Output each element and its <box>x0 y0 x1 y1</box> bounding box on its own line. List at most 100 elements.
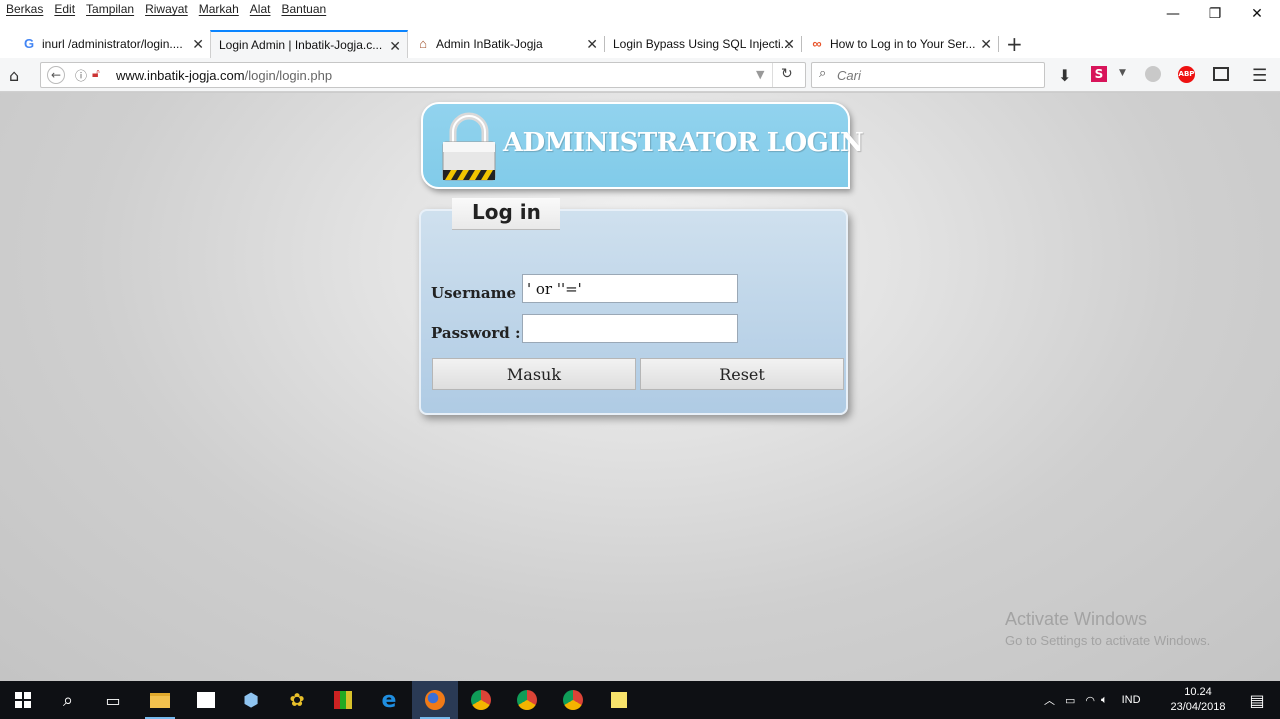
menu-riwayat[interactable]: Riwayat <box>145 2 188 16</box>
tab-label: Login Admin | Inbatik-Jogja.c... <box>219 38 383 52</box>
chrome-icon <box>471 690 491 710</box>
menu-items: Berkas Edit Tampilan Riwayat Markah Alat… <box>6 2 326 16</box>
url-path: /login/login.php <box>244 68 333 83</box>
menu-markah[interactable]: Markah <box>199 2 239 16</box>
app-winrar-button[interactable] <box>320 681 366 719</box>
task-view-button[interactable]: ▭ <box>90 681 136 719</box>
file-explorer-button[interactable] <box>137 681 183 719</box>
url-text[interactable]: www.inbatik-jogja.com/login/login.php <box>116 68 332 83</box>
watermark-line2: Go to Settings to activate Windows. <box>1005 633 1211 648</box>
action-center-button[interactable]: ▤ <box>1234 681 1280 719</box>
tab-sql-injection[interactable]: Login Bypass Using SQL Injecti... ✕ <box>605 30 801 58</box>
tool-icon: ✿ <box>289 689 305 711</box>
firefox-button[interactable] <box>412 681 458 719</box>
password-label: Password : <box>431 324 521 342</box>
close-icon: ✕ <box>1251 6 1263 22</box>
minimize-icon: — <box>1166 6 1180 22</box>
password-input[interactable] <box>522 314 738 343</box>
tab-bar: G inurl /administrator/login.... ✕ Login… <box>0 30 1280 58</box>
minimize-button[interactable]: — <box>1150 2 1196 26</box>
back-arrow-icon[interactable]: ← <box>47 66 65 84</box>
tray-expand-icon[interactable]: ︿ <box>1044 692 1055 708</box>
page-content: ADMINISTRATOR LOGIN Log in Username : Pa… <box>0 93 1280 681</box>
task-view-icon: ▭ <box>105 690 121 710</box>
close-tab-icon[interactable]: ✕ <box>192 36 204 53</box>
tab-label: Login Bypass Using SQL Injecti... <box>613 37 791 51</box>
chrome-button[interactable] <box>458 681 504 719</box>
restore-icon: ❐ <box>1208 6 1222 22</box>
wifi-icon[interactable]: ◠ <box>1085 694 1095 707</box>
battery-icon[interactable]: ▭ <box>1065 694 1075 707</box>
menu-bantuan[interactable]: Bantuan <box>281 2 326 16</box>
edge-icon: e <box>381 687 397 713</box>
search-icon: ⌕ <box>62 689 74 711</box>
banner-title: ADMINISTRATOR LOGIN <box>503 128 864 158</box>
adblock-icon[interactable]: ABP <box>1178 66 1195 83</box>
username-input[interactable] <box>522 274 738 303</box>
sticky-note-icon <box>611 692 627 708</box>
menu-berkas[interactable]: Berkas <box>6 2 43 16</box>
chrome-alt-button[interactable] <box>504 681 550 719</box>
download-icon[interactable]: ⬇ <box>1058 66 1071 85</box>
close-tab-icon[interactable]: ✕ <box>980 36 992 53</box>
reset-button[interactable]: Reset <box>640 358 844 390</box>
info-icon[interactable]: ⓘ <box>75 67 87 84</box>
batik-icon: ⌂ <box>419 36 427 51</box>
hamburger-menu-icon[interactable]: ☰ <box>1252 66 1267 86</box>
tab-label: Admin InBatik-Jogja <box>436 37 543 51</box>
volume-icon[interactable]: 🔈︎ <box>1101 694 1108 707</box>
close-tab-icon[interactable]: ✕ <box>783 36 795 53</box>
menu-tampilan[interactable]: Tampilan <box>86 2 134 16</box>
store-icon <box>197 692 215 708</box>
close-window-button[interactable]: ✕ <box>1234 2 1280 26</box>
close-tab-icon[interactable]: ✕ <box>389 38 401 55</box>
tab-login-admin[interactable]: Login Admin | Inbatik-Jogja.c... ✕ <box>210 30 408 58</box>
clock[interactable]: 10.24 23/04/2018 <box>1168 685 1228 715</box>
masuk-button[interactable]: Masuk <box>432 358 636 390</box>
link-icon: ∞ <box>812 36 822 51</box>
close-tab-icon[interactable]: ✕ <box>586 36 598 53</box>
tab-how-to-login[interactable]: ∞ How to Log in to Your Ser... ✕ <box>802 30 998 58</box>
chrome-icon <box>517 690 537 710</box>
app-cube-button[interactable]: ⬢ <box>228 681 274 719</box>
search-taskbar-button[interactable]: ⌕ <box>45 681 91 719</box>
language-indicator[interactable]: IND <box>1122 694 1141 706</box>
panel-title: Log in <box>472 200 541 224</box>
reload-icon[interactable]: ↻ <box>781 66 793 82</box>
app-tool-button[interactable]: ✿ <box>274 681 320 719</box>
firefox-icon <box>425 690 445 710</box>
search-bar[interactable]: ⌕ Cari <box>811 62 1045 88</box>
url-domain: www.inbatik-jogja.com <box>116 68 245 83</box>
tab-label: How to Log in to Your Ser... <box>830 37 976 51</box>
search-placeholder: Cari <box>837 68 861 83</box>
username-label: Username : <box>431 284 527 302</box>
extension-dropdown-icon[interactable]: ▼ <box>1119 68 1126 78</box>
clock-time: 10.24 <box>1184 686 1212 698</box>
store-button[interactable] <box>183 681 229 719</box>
navigation-bar: ⌂ ← ⓘ 🔓︎ www.inbatik-jogja.com/login/log… <box>0 58 1280 92</box>
edge-button[interactable]: e <box>366 681 412 719</box>
globe-icon[interactable] <box>1145 66 1161 82</box>
new-tab-button[interactable]: + <box>1006 32 1023 56</box>
sidebar-toggle-icon[interactable] <box>1213 67 1229 81</box>
tab-admin-inbatik[interactable]: ⌂ Admin InBatik-Jogja ✕ <box>408 30 604 58</box>
windows-icon <box>15 692 31 708</box>
dropdown-arrow-icon[interactable]: ▼ <box>756 68 764 81</box>
clock-date: 23/04/2018 <box>1170 701 1226 713</box>
activate-windows-watermark: Activate Windows Go to Settings to activ… <box>1005 609 1210 648</box>
tab-google-search[interactable]: G inurl /administrator/login.... ✕ <box>14 30 210 58</box>
restore-button[interactable]: ❐ <box>1192 2 1238 26</box>
home-icon[interactable]: ⌂ <box>9 66 19 85</box>
cube-icon: ⬢ <box>243 689 259 711</box>
system-tray: ︿ ▭ ◠ 🔈︎ IND <box>1044 681 1141 719</box>
start-button[interactable] <box>0 681 46 719</box>
url-bar[interactable]: ← ⓘ 🔓︎ www.inbatik-jogja.com/login/login… <box>40 62 806 88</box>
admin-login-banner: ADMINISTRATOR LOGIN <box>421 102 864 189</box>
padlock-icon <box>442 112 496 181</box>
s-extension-icon[interactable]: S <box>1091 66 1107 82</box>
menu-edit[interactable]: Edit <box>54 2 75 16</box>
sticky-notes-button[interactable] <box>596 681 642 719</box>
chrome-canary-button[interactable] <box>550 681 596 719</box>
insecure-lock-icon: 🔓︎ <box>92 66 100 80</box>
menu-alat[interactable]: Alat <box>250 2 271 16</box>
